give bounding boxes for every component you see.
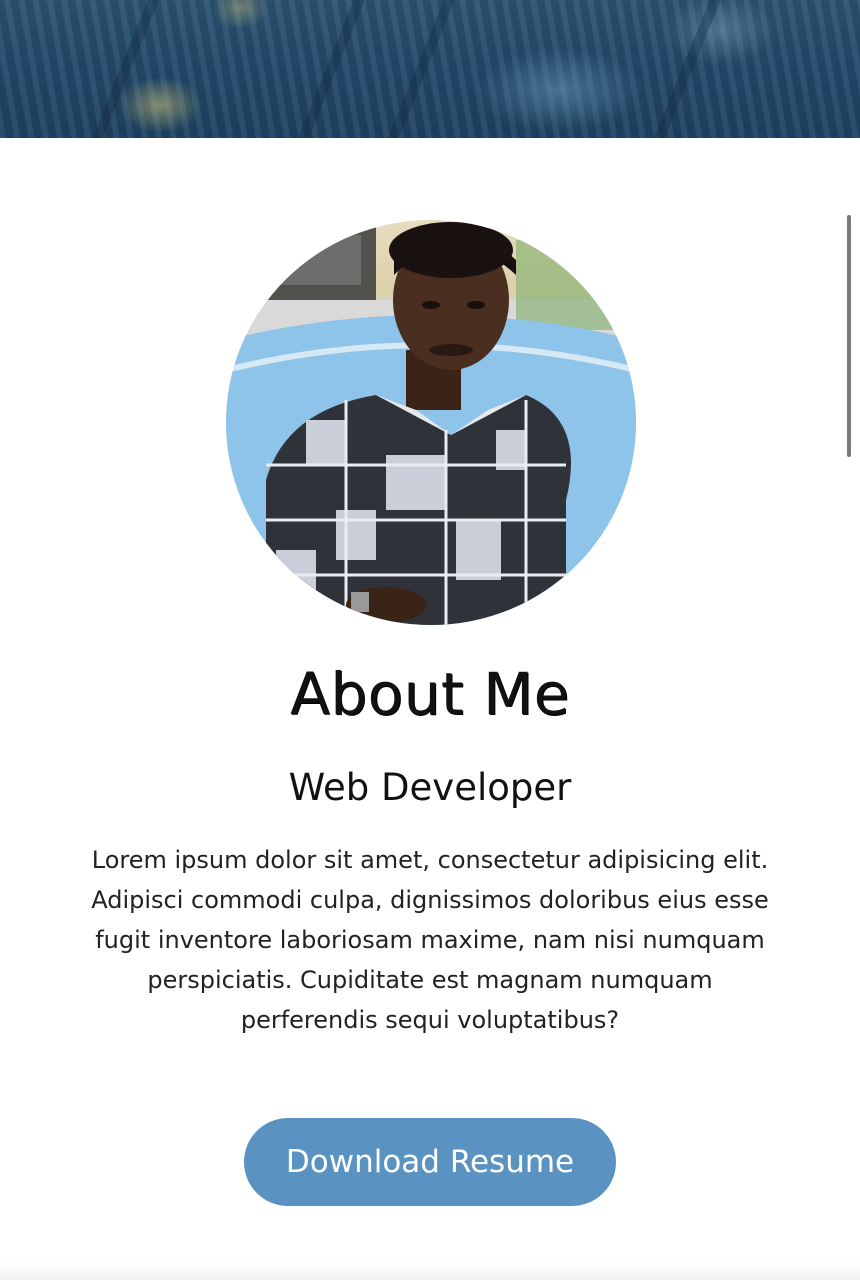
- role-subtitle: Web Developer: [288, 766, 572, 809]
- about-title: About Me: [290, 660, 570, 728]
- hero-banner-image: [0, 0, 860, 138]
- bio-paragraph: Lorem ipsum dolor sit amet, consectetur …: [91, 846, 769, 1034]
- scrollbar-thumb[interactable]: [847, 215, 851, 457]
- section-divider: [0, 1262, 860, 1280]
- profile-photo: [226, 220, 636, 625]
- download-resume-button[interactable]: Download Resume: [244, 1118, 616, 1206]
